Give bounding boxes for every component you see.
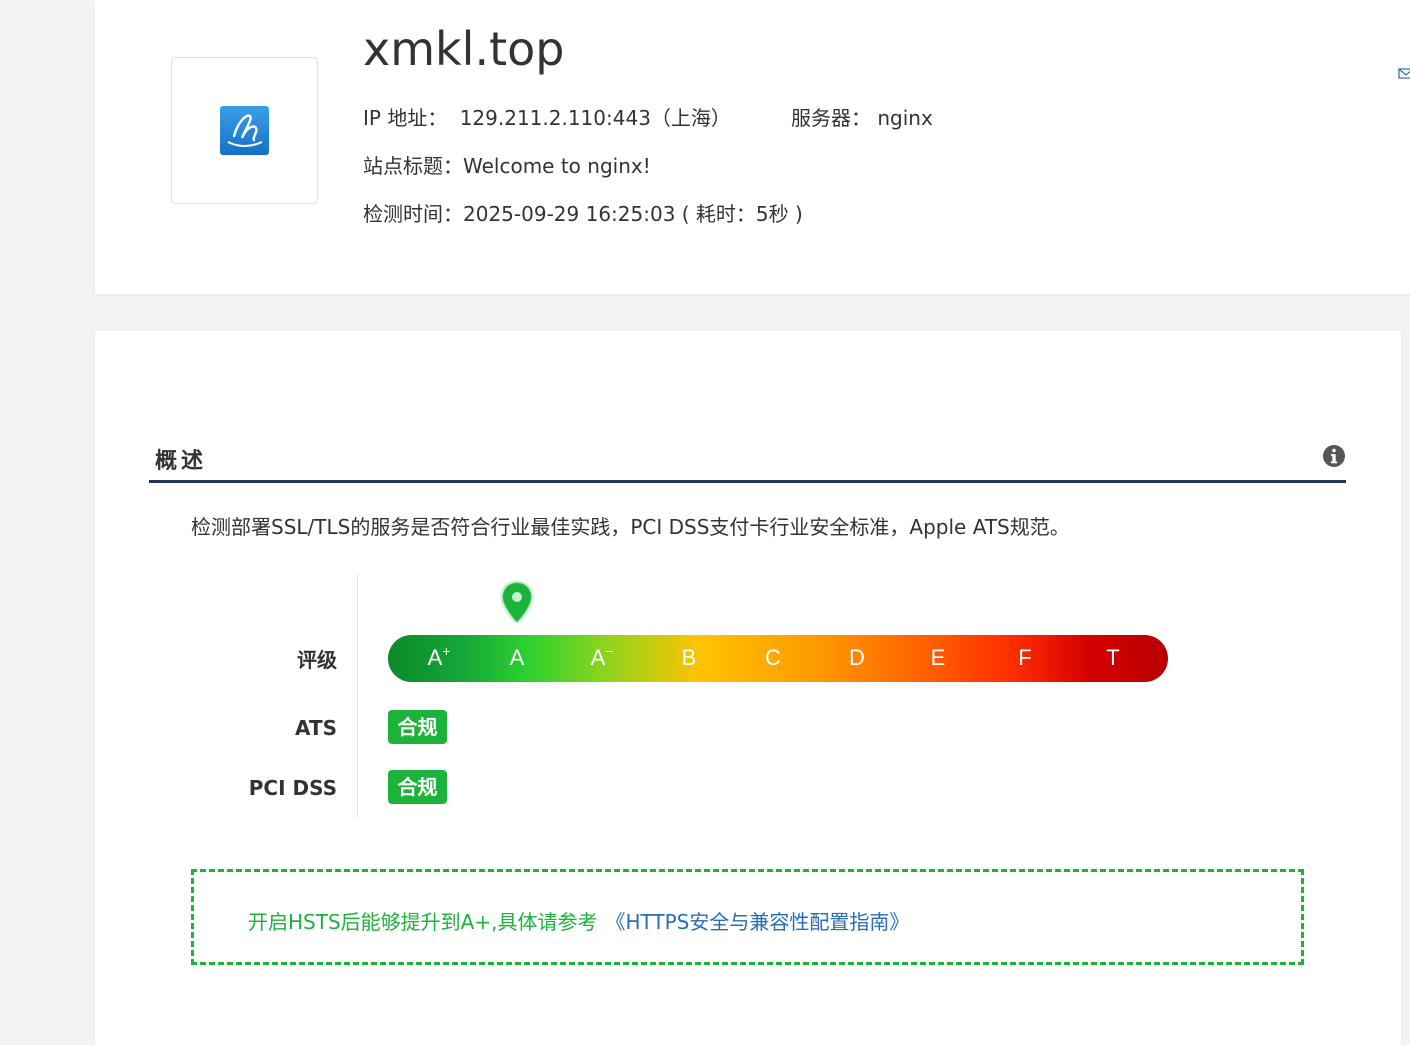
ats-label: ATS [295,716,337,740]
site-title-value: Welcome to nginx! [463,154,651,178]
server-label: 服务器： [791,106,871,130]
pci-dss-status-badge: 合规 [388,770,447,804]
ats-status-badge: 合规 [388,710,447,744]
ip-label: IP 地址： [363,106,448,130]
envelope-icon[interactable] [1398,66,1410,80]
overview-title: 概述 [155,449,208,474]
check-time-row: 检测时间：2025-09-29 16:25:03 ( 耗时：5秒 ) [363,198,803,227]
check-time-value: 2025-09-29 16:25:03 ( 耗时：5秒 ) [463,202,803,226]
server-row: 服务器： nginx [791,102,933,131]
site-favicon-icon [220,106,269,155]
check-time-label: 检测时间： [363,202,463,226]
grade-d: D [849,645,865,670]
grade-label: 评级 [297,648,337,672]
grade-t: T [1106,645,1120,670]
site-title-row: 站点标题：Welcome to nginx! [363,150,651,179]
grade-a-plus: A+ [427,643,451,670]
site-logo-frame [171,57,318,204]
label-divider [357,574,358,817]
grade-b: B [681,645,697,670]
info-circle-icon[interactable] [1322,444,1346,468]
site-info-card: xmkl.top IP 地址： 129.211.2.110:443（上海） 服务… [95,0,1410,294]
grade-a: A [509,645,525,670]
grade-a-minus: A− [590,643,614,670]
ip-address-row: IP 地址： 129.211.2.110:443（上海） [363,102,731,131]
domain-title: xmkl.top [363,22,565,76]
site-title-label: 站点标题： [363,154,463,178]
overview-description: 检测部署SSL/TLS的服务是否符合行业最佳实践，PCI DSS支付卡行业安全标… [191,515,1070,539]
current-grade-pin-icon [503,583,531,622]
grade-c: C [765,645,781,670]
hsts-tip-box: 开启HSTS后能够提升到A+,具体请参考 《HTTPS安全与兼容性配置指南》 [191,869,1304,965]
overview-card: 概述 检测部署SSL/TLS的服务是否符合行业最佳实践，PCI DSS支付卡行业… [95,331,1401,1045]
ip-value: 129.211.2.110:443（上海） [459,106,731,130]
overview-header: 概述 [149,441,1346,483]
pci-dss-label: PCI DSS [248,776,337,800]
server-value: nginx [877,106,933,130]
hsts-tip-text: 开启HSTS后能够提升到A+,具体请参考 [248,910,598,934]
grade-e: E [930,645,946,670]
grade-scale-bar: A+ A A− B C D E F T [388,635,1168,682]
config-guide-link[interactable]: 《HTTPS安全与兼容性配置指南》 [605,910,909,934]
grade-f: F [1018,645,1032,670]
hsts-tip: 开启HSTS后能够提升到A+,具体请参考 《HTTPS安全与兼容性配置指南》 [248,906,909,935]
